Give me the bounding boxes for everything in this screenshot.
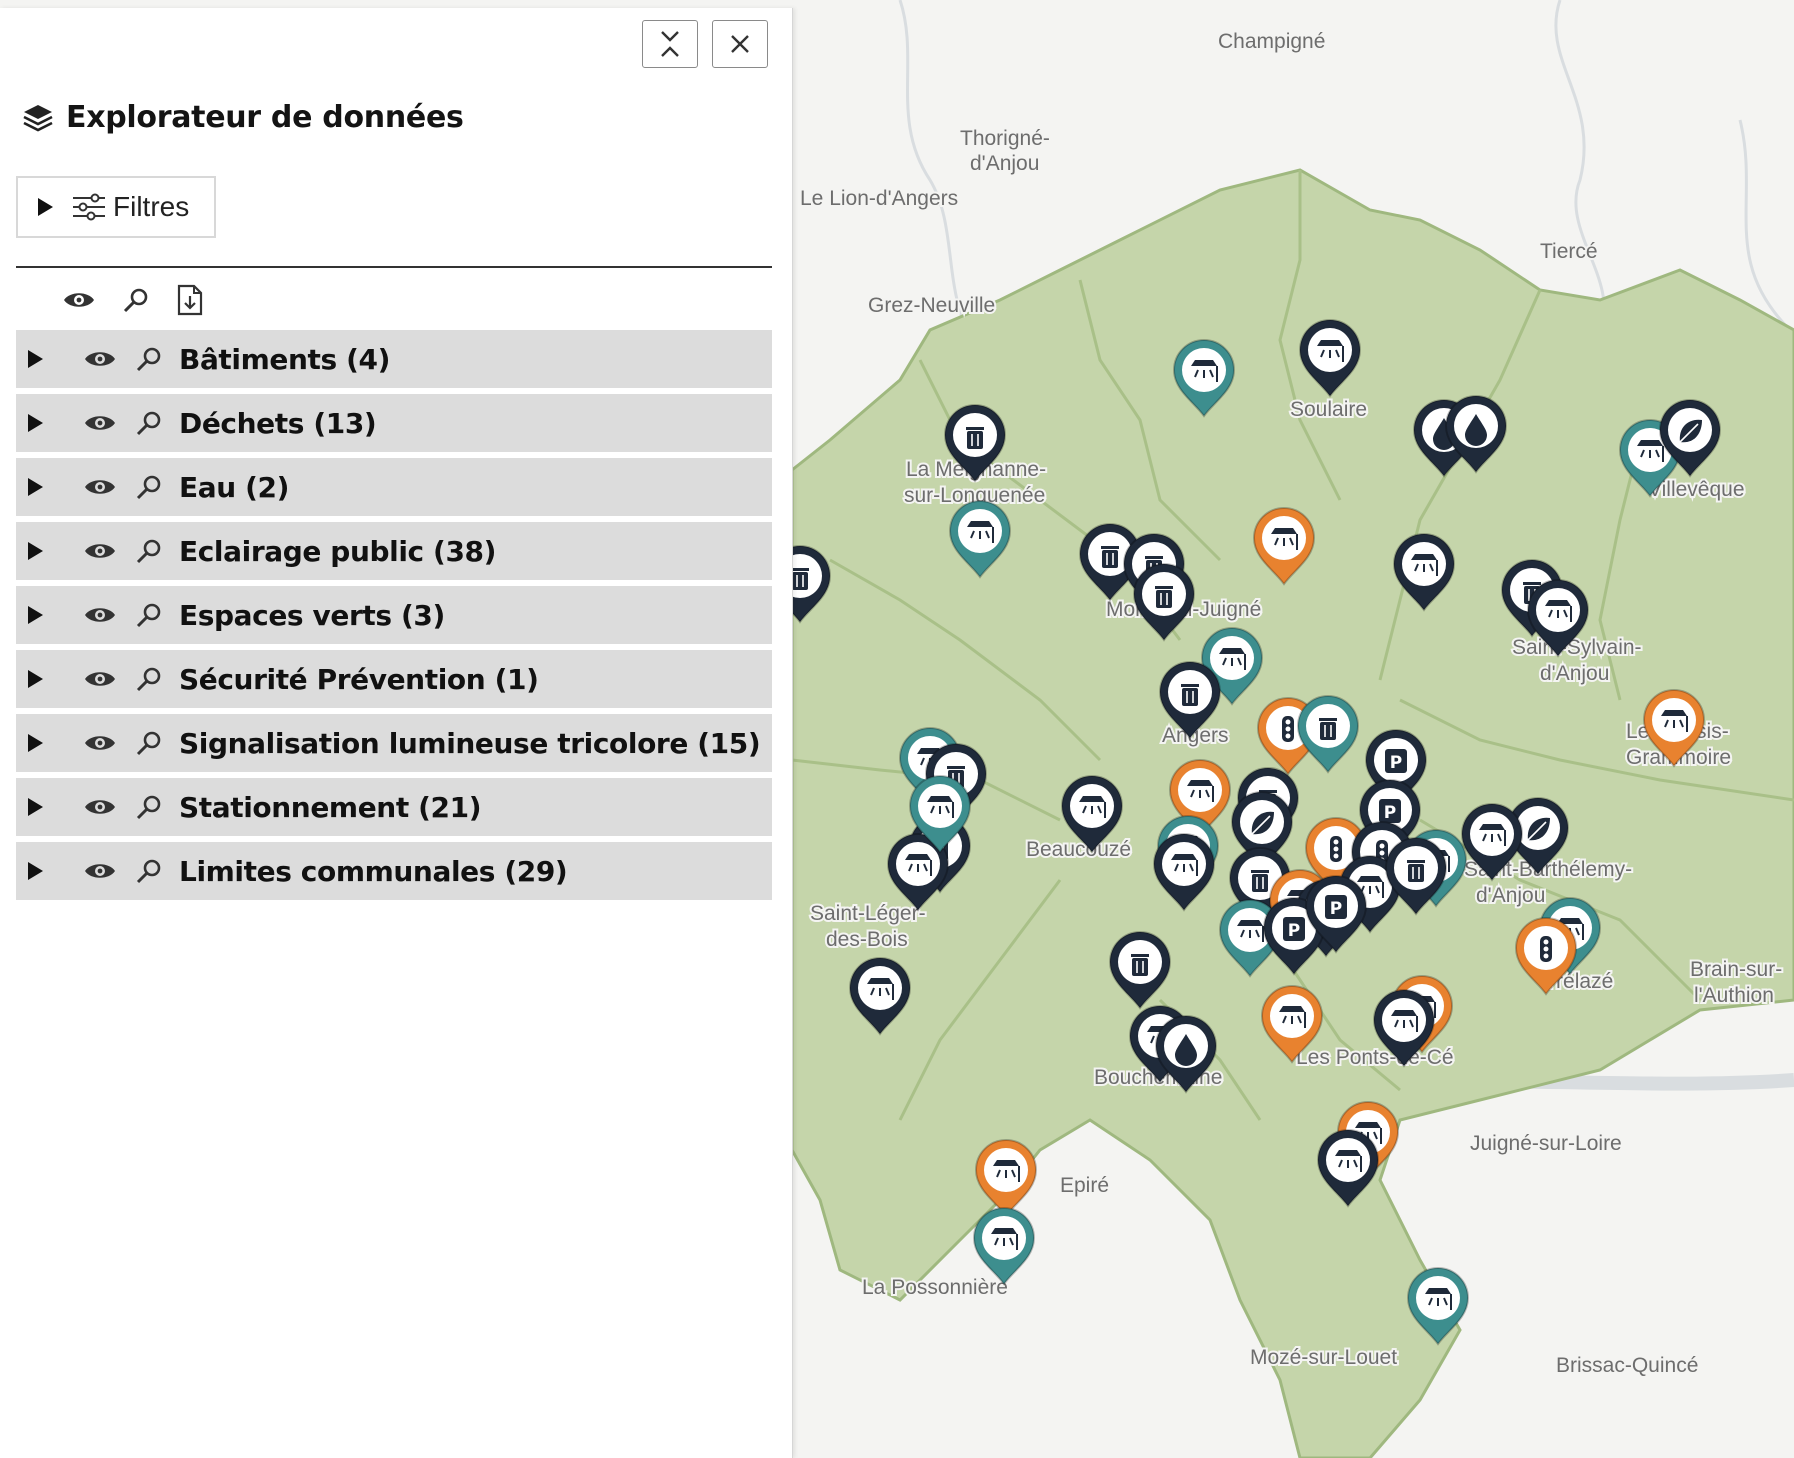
layer-row[interactable]: Eau (2) [16, 458, 772, 516]
expand-triangle-icon[interactable] [28, 798, 43, 816]
place-label: Epiré [1060, 1174, 1109, 1197]
place-label: Brissac-Quincé [1556, 1354, 1698, 1377]
layer-row[interactable]: Limites communales (29) [16, 842, 772, 900]
eye-icon[interactable] [83, 540, 117, 562]
global-toolbar [62, 284, 204, 316]
divider [16, 266, 772, 268]
layer-row[interactable]: Stationnement (21) [16, 778, 772, 836]
layer-label: Eau (2) [179, 470, 289, 504]
layer-label: Déchets (13) [179, 406, 377, 440]
sliders-icon [73, 193, 105, 221]
zoom-icon[interactable] [135, 857, 163, 885]
expand-triangle-icon[interactable] [28, 414, 43, 432]
zoom-icon[interactable] [135, 793, 163, 821]
layer-label: Eclairage public (38) [179, 534, 497, 568]
eye-icon[interactable] [83, 348, 117, 370]
filters-label: Filtres [113, 191, 190, 222]
expand-triangle-icon[interactable] [28, 478, 43, 496]
layer-row[interactable]: Eclairage public (38) [16, 522, 772, 580]
filters-toggle[interactable]: Filtres [16, 176, 216, 238]
expand-triangle-icon[interactable] [28, 606, 43, 624]
place-label: d'Anjou [1476, 884, 1545, 907]
layer-label: Stationnement (21) [179, 790, 482, 824]
place-label: Mozé-sur-Louet [1250, 1346, 1397, 1369]
panel-header: Explorateur de données [22, 100, 464, 135]
zoom-icon[interactable] [135, 665, 163, 693]
eye-icon[interactable] [83, 796, 117, 818]
svg-text:P: P [1390, 753, 1402, 773]
eye-icon[interactable] [83, 732, 117, 754]
layer-list: Bâtiments (4) Déchets (13) Eau (2) Eclai… [16, 330, 772, 906]
eye-icon[interactable] [83, 860, 117, 882]
page-title: Explorateur de données [66, 100, 464, 135]
traffic-light-icon [1282, 716, 1294, 742]
layers-icon [23, 104, 53, 131]
place-label: Brain-sur- [1690, 958, 1782, 981]
place-label: Saint-Léger- [810, 902, 926, 925]
parking-icon: P [1283, 917, 1305, 941]
place-label: Champigné [1218, 30, 1325, 53]
eye-icon[interactable] [83, 476, 117, 498]
eye-icon[interactable] [83, 604, 117, 626]
expand-triangle-icon [38, 198, 53, 216]
place-label: La Possonnière [862, 1276, 1008, 1299]
svg-text:P: P [1330, 899, 1342, 919]
layer-row[interactable]: Sécurité Prévention (1) [16, 650, 772, 708]
place-label: Tiercé [1540, 240, 1598, 263]
svg-text:P: P [1288, 921, 1300, 941]
expand-triangle-icon[interactable] [28, 862, 43, 880]
place-label: Soulaire [1290, 398, 1367, 421]
eye-icon[interactable] [83, 668, 117, 690]
layer-label: Sécurité Prévention (1) [179, 662, 539, 696]
svg-text:P: P [1384, 803, 1396, 823]
close-icon [731, 35, 749, 53]
expand-triangle-icon[interactable] [28, 350, 43, 368]
layer-label: Espaces verts (3) [179, 598, 445, 632]
place-label: des-Bois [826, 928, 908, 951]
place-label: Juigné-sur-Loire [1470, 1132, 1622, 1155]
traffic-light-icon [1540, 936, 1552, 962]
layer-label: Bâtiments (4) [179, 342, 390, 376]
collapse-icon [661, 31, 679, 57]
place-label: Le Lion-d'Angers [800, 187, 958, 210]
zoom-icon[interactable] [135, 601, 163, 629]
eye-icon[interactable] [83, 412, 117, 434]
place-label: Grez-Neuville [868, 294, 995, 317]
place-label: Beaucouzé [1026, 838, 1131, 861]
expand-triangle-icon[interactable] [28, 542, 43, 560]
layer-label: Limites communales (29) [179, 854, 568, 888]
zoom-icon[interactable] [135, 537, 163, 565]
layer-label: Signalisation lumineuse tricolore (15) [179, 726, 761, 760]
layer-row[interactable]: Signalisation lumineuse tricolore (15) [16, 714, 772, 772]
zoom-icon[interactable] [135, 409, 163, 437]
file-download-icon[interactable] [176, 284, 204, 316]
place-label: Saint-Sylvain- [1512, 636, 1642, 659]
expand-triangle-icon[interactable] [28, 734, 43, 752]
traffic-light-icon [1330, 836, 1342, 862]
place-label: d'Anjou [1540, 662, 1609, 685]
parking-icon: P [1379, 799, 1401, 823]
close-button[interactable] [712, 20, 768, 68]
layer-row[interactable]: Espaces verts (3) [16, 586, 772, 644]
place-label: l'Authion [1694, 984, 1774, 1007]
expand-triangle-icon[interactable] [28, 670, 43, 688]
parking-icon: P [1325, 895, 1347, 919]
layer-row[interactable]: Bâtiments (4) [16, 330, 772, 388]
data-explorer-panel: Explorateur de données Filtres Bâtiments… [0, 8, 793, 1458]
place-label: d'Anjou [970, 152, 1039, 175]
eye-icon[interactable] [62, 289, 96, 311]
zoom-icon[interactable] [135, 729, 163, 757]
place-label: Les Ponts-de-Cé [1296, 1046, 1454, 1069]
collapse-button[interactable] [642, 20, 698, 68]
parking-icon: P [1385, 749, 1407, 773]
zoom-icon[interactable] [122, 286, 150, 314]
place-label: Thorigné- [960, 127, 1050, 150]
zoom-icon[interactable] [135, 473, 163, 501]
layer-row[interactable]: Déchets (13) [16, 394, 772, 452]
zoom-icon[interactable] [135, 345, 163, 373]
